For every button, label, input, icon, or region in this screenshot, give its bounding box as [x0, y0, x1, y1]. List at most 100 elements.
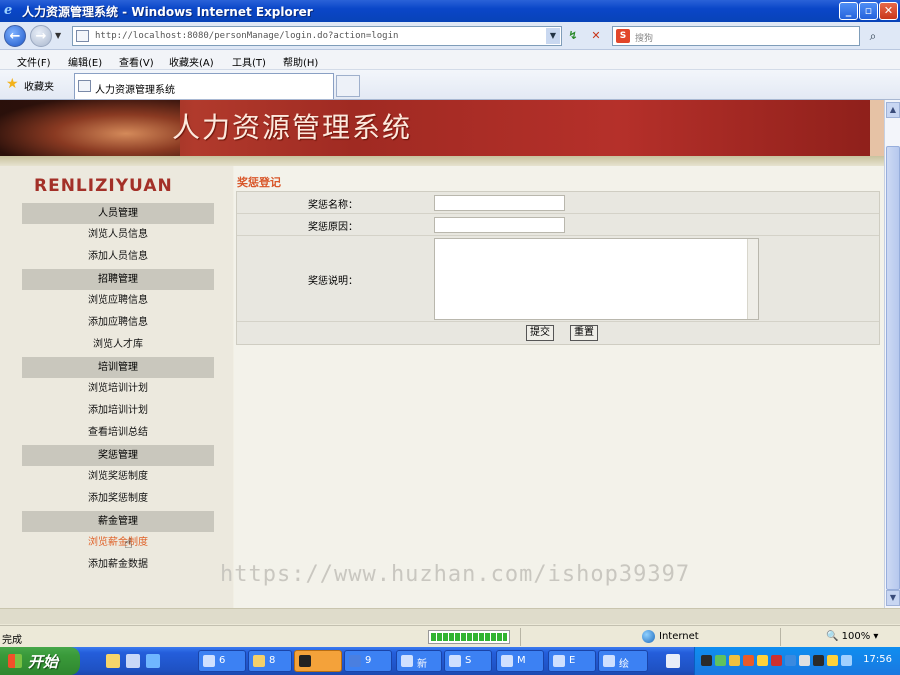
name-label: 奖惩名称：	[308, 200, 358, 211]
task-folder[interactable]: 8	[248, 650, 292, 672]
search-input[interactable]: S 搜狗	[612, 26, 860, 46]
reset-button[interactable]: 重置	[570, 325, 598, 341]
tray-icon[interactable]	[799, 655, 810, 666]
tray-icon[interactable]	[715, 655, 726, 666]
back-button[interactable]: ←	[4, 25, 26, 47]
tray-icon[interactable]	[813, 655, 824, 666]
reward-reason-input[interactable]	[434, 217, 565, 233]
start-button[interactable]: 开始	[0, 647, 80, 675]
tray-icon[interactable]	[785, 655, 796, 666]
page-content: 人力资源管理系统 RENLIZIYUAN 人员管理 浏览人员信息 添加人员信息 …	[0, 100, 884, 608]
task-label: 8	[269, 655, 276, 666]
task-e[interactable]: E	[548, 650, 596, 672]
nav-link-talent-pool[interactable]: 浏览人才库	[22, 334, 214, 356]
search-icon[interactable]: ⌕	[864, 27, 882, 45]
main-panel: 奖惩登记 奖惩名称： 奖惩原因： 奖惩说明： 提交 重置	[234, 166, 884, 608]
menu-favorites[interactable]: 收藏夹(A)	[169, 54, 214, 69]
scroll-up-icon[interactable]: ▲	[886, 102, 900, 118]
windows-taskbar: 开始 6 8 9 新 S M E 绘 17:56	[0, 647, 900, 675]
nav-link-browse-rewards[interactable]: 浏览奖惩制度	[22, 466, 214, 488]
new-tab-button[interactable]	[336, 75, 360, 97]
task-s[interactable]: S	[444, 650, 492, 672]
status-text: 完成	[2, 635, 22, 646]
site-banner: 人力资源管理系统	[0, 100, 884, 156]
start-label: 开始	[28, 653, 59, 671]
menu-help[interactable]: 帮助(H)	[283, 54, 318, 69]
browser-tab[interactable]: 人力资源管理系统	[74, 73, 334, 99]
address-bar[interactable]: http://localhost:8080/personManage/login…	[72, 26, 562, 46]
keyboard-icon[interactable]	[666, 654, 680, 668]
task-new[interactable]: 新	[396, 650, 442, 672]
banner-title: 人力资源管理系统	[172, 111, 413, 144]
maximize-button[interactable]: ▫	[859, 2, 878, 20]
address-url[interactable]: http://localhost:8080/personManage/login…	[95, 31, 398, 41]
menu-file[interactable]: 文件(F)	[17, 54, 51, 69]
reward-desc-textarea[interactable]	[434, 238, 759, 320]
history-dropdown-icon[interactable]: ▼	[55, 31, 61, 40]
favorites-label[interactable]: 收藏夹	[24, 78, 54, 93]
tray-icon[interactable]	[827, 655, 838, 666]
sogou-logo-icon: S	[616, 29, 630, 43]
task-word[interactable]: 9	[344, 650, 392, 672]
nav-header-training: 培训管理	[22, 357, 214, 378]
form-row-reason: 奖惩原因：	[237, 214, 879, 236]
tray-icon[interactable]	[701, 655, 712, 666]
nav-link-add-applicant[interactable]: 添加应聘信息	[22, 312, 214, 334]
favorites-star-icon[interactable]: ★	[6, 76, 19, 92]
tray-icon[interactable]	[743, 655, 754, 666]
zoom-value: 100%	[841, 631, 871, 642]
tray-icon[interactable]	[771, 655, 782, 666]
task-app-icon	[501, 655, 513, 667]
minimize-button[interactable]: _	[839, 2, 858, 20]
textarea-scrollbar[interactable]	[747, 239, 758, 319]
forward-button[interactable]: →	[30, 25, 52, 47]
nav-link-browse-salary[interactable]: 浏览薪金制度	[22, 532, 214, 554]
close-button[interactable]: ✕	[879, 2, 898, 20]
scroll-down-icon[interactable]: ▼	[886, 590, 900, 606]
address-dropdown-icon[interactable]: ▼	[546, 28, 560, 44]
nav-link-add-personnel[interactable]: 添加人员信息	[22, 246, 214, 268]
task-label: 绘	[619, 659, 629, 670]
stop-icon[interactable]: ✕	[587, 28, 605, 44]
submit-button[interactable]: 提交	[526, 325, 554, 341]
task-m[interactable]: M	[496, 650, 544, 672]
system-tray: 17:56	[694, 647, 900, 675]
tray-icon[interactable]	[729, 655, 740, 666]
status-divider	[780, 628, 781, 646]
scroll-thumb[interactable]	[886, 146, 900, 590]
page-scrollbar[interactable]: ▲ ▼	[884, 100, 900, 608]
task-ie[interactable]: 6	[198, 650, 246, 672]
form-row-name: 奖惩名称：	[237, 192, 879, 214]
tray-icon[interactable]	[757, 655, 768, 666]
refresh-icon[interactable]: ↯	[564, 28, 582, 44]
nav-link-browse-applicants[interactable]: 浏览应聘信息	[22, 290, 214, 312]
windows-flag-icon	[8, 654, 22, 668]
menu-tools[interactable]: 工具(T)	[232, 54, 266, 69]
task-paint[interactable]: 绘	[598, 650, 648, 672]
address-toolbar: ← → ▼ http://localhost:8080/personManage…	[0, 22, 900, 50]
task-label: S	[465, 655, 472, 666]
nav-link-add-training[interactable]: 添加培训计划	[22, 400, 214, 422]
nav-header-rewards: 奖惩管理	[22, 445, 214, 466]
quicklaunch-desktop-icon[interactable]	[106, 654, 120, 668]
nav-link-add-salary[interactable]: 添加薪金数据	[22, 554, 214, 576]
tray-icon[interactable]	[841, 655, 852, 666]
nav-link-browse-training[interactable]: 浏览培训计划	[22, 378, 214, 400]
desc-label: 奖惩说明：	[308, 276, 358, 287]
section-title: 奖惩登记	[237, 176, 281, 189]
quicklaunch-ie-icon[interactable]	[146, 654, 160, 668]
task-qq[interactable]	[294, 650, 342, 672]
internet-globe-icon	[642, 630, 655, 643]
menu-view[interactable]: 查看(V)	[119, 54, 154, 69]
nav-link-add-rewards[interactable]: 添加奖惩制度	[22, 488, 214, 510]
reward-name-input[interactable]	[434, 195, 565, 211]
zoom-level[interactable]: 🔍 100% ▾	[826, 631, 878, 642]
security-zone: Internet	[659, 631, 699, 642]
nav-link-training-summary[interactable]: 查看培训总结	[22, 422, 214, 444]
banner-photo	[0, 100, 180, 156]
form-row-desc: 奖惩说明：	[237, 236, 879, 322]
reason-label: 奖惩原因：	[308, 222, 358, 233]
quicklaunch-app-icon[interactable]	[126, 654, 140, 668]
menu-edit[interactable]: 编辑(E)	[68, 54, 102, 69]
nav-link-browse-personnel[interactable]: 浏览人员信息	[22, 224, 214, 246]
